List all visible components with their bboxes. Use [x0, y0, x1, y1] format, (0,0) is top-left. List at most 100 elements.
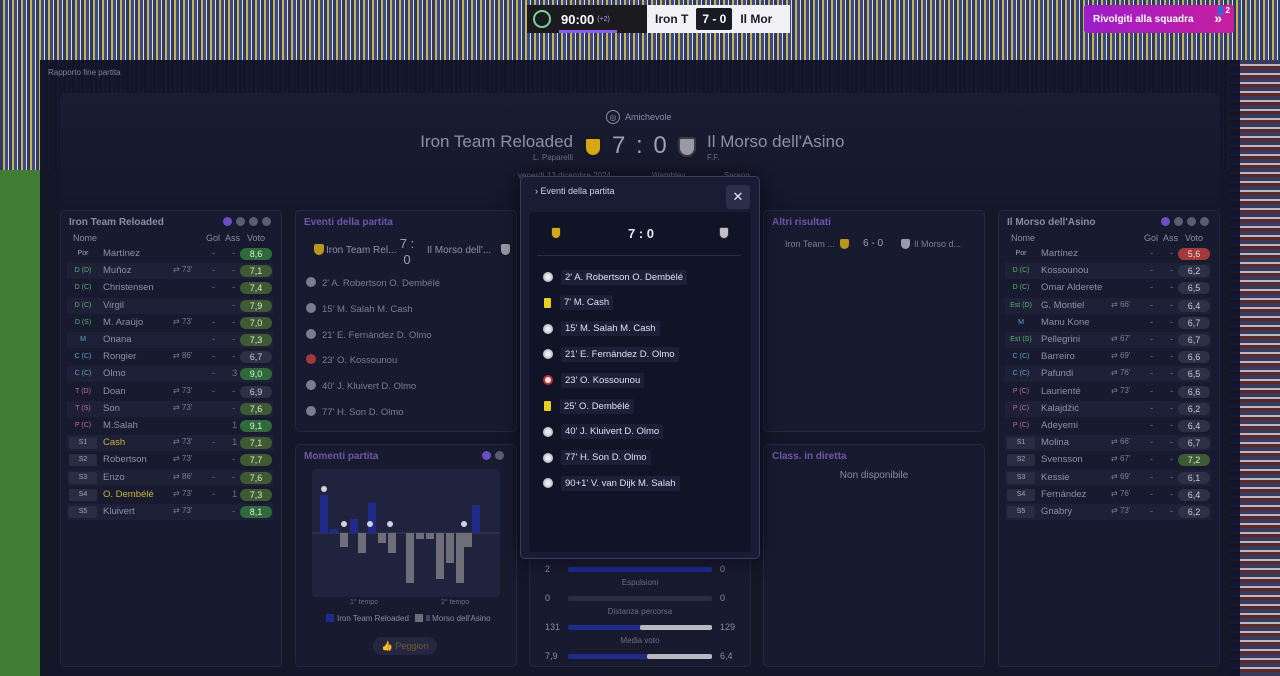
- momentum-pager[interactable]: [482, 451, 504, 460]
- home-lineup-pager[interactable]: [223, 217, 271, 226]
- popup-event-row[interactable]: 40' J. Kluivert D. Olmo: [543, 423, 664, 441]
- popup-event-row[interactable]: 2' A. Robertson O. Dembélé: [543, 268, 687, 286]
- worst-players-button[interactable]: 👍 Peggiori: [373, 637, 437, 655]
- lineup-row[interactable]: C (C) Pafundi ⇄ 76' - -6,5: [1005, 366, 1211, 383]
- player-name[interactable]: Virgil: [103, 300, 124, 311]
- team-talk-button[interactable]: Rivolgiti alla squadra 👤2 »: [1084, 5, 1234, 33]
- player-name[interactable]: M.Salah: [103, 420, 138, 431]
- lineup-row[interactable]: T (S) Son ⇄ 73' -7,6: [67, 400, 273, 417]
- lineup-row[interactable]: S5 Kluivert ⇄ 73' -8,1: [67, 504, 273, 520]
- player-name[interactable]: Adeyemi: [1041, 420, 1078, 431]
- match-clock: 90:00 (+2): [557, 5, 647, 33]
- clock-time: 90:00: [561, 11, 595, 27]
- lineup-row[interactable]: S5 Gnabry ⇄ 73' - -6,2: [1005, 504, 1211, 520]
- event-row[interactable]: 40' J. Kluivert D. Olmo: [306, 380, 416, 392]
- lineup-row[interactable]: C (C) Olmo - 3 9,0: [67, 366, 273, 383]
- lineup-row[interactable]: D (S) M. Araújo ⇄ 73' - -7,0: [67, 315, 273, 331]
- player-name[interactable]: Cash: [103, 437, 125, 448]
- player-name[interactable]: Kluivert: [103, 506, 135, 517]
- player-name[interactable]: O. Dembélé: [103, 489, 154, 500]
- player-name[interactable]: Kalajdžić: [1041, 403, 1079, 414]
- lineup-row[interactable]: P (C) Adeyemi - -6,4: [1005, 418, 1211, 434]
- event-row[interactable]: 77' H. Son D. Olmo: [306, 406, 404, 418]
- lineup-row[interactable]: S2 Robertson ⇄ 73' -7,7: [67, 452, 273, 468]
- lineup-row[interactable]: S1 Cash ⇄ 73' - 1 7,1: [67, 435, 273, 452]
- popup-event-row[interactable]: 7' M. Cash: [543, 294, 614, 312]
- lineup-row[interactable]: S1 Molina ⇄ 66' - -6,7: [1005, 435, 1211, 452]
- lineup-row[interactable]: Est (S) Pellegrini ⇄ 67' - -6,7: [1005, 332, 1211, 348]
- lineup-row[interactable]: Por Martínez - -5,6: [1005, 246, 1211, 262]
- stat-bar-track: [568, 596, 712, 601]
- player-name[interactable]: Doan: [103, 386, 126, 397]
- popup-event-row[interactable]: 25' O. Dembélé: [543, 397, 634, 415]
- ball-icon: [543, 349, 553, 360]
- player-name[interactable]: Svensson: [1041, 454, 1083, 465]
- home-team-name[interactable]: Iron Team Reloaded: [380, 132, 573, 152]
- lineup-row[interactable]: D (C) Kossounou - -6,2: [1005, 263, 1211, 280]
- double-chevron-icon: »: [1214, 10, 1222, 26]
- player-name[interactable]: Robertson: [103, 454, 147, 465]
- popup-event-row[interactable]: 77' H. Son D. Olmo: [543, 449, 651, 467]
- player-name[interactable]: Enzo: [103, 472, 125, 483]
- competition-label: ◎ Amichevole: [606, 110, 672, 124]
- away-lineup-pager[interactable]: [1161, 217, 1209, 226]
- popup-event-row[interactable]: 21' E. Fernández D. Olmo: [543, 345, 679, 363]
- popup-event-row[interactable]: 23' O. Kossounou: [543, 371, 645, 389]
- lineup-row[interactable]: P (C) M.Salah 1 9,1: [67, 418, 273, 434]
- player-name[interactable]: Muñoz: [103, 265, 132, 276]
- player-name[interactable]: Kessie: [1041, 472, 1070, 483]
- player-name[interactable]: Christensen: [103, 282, 154, 293]
- lineup-row[interactable]: M Onana - -7,3: [67, 332, 273, 348]
- player-name[interactable]: Onana: [103, 334, 132, 345]
- event-row[interactable]: 21' E. Fernández D. Olmo: [306, 328, 432, 341]
- player-rating: 6,5: [1178, 282, 1210, 295]
- player-name[interactable]: Pellegrini: [1041, 334, 1080, 345]
- lineup-row[interactable]: S3 Kessie ⇄ 69' - -6,1: [1005, 469, 1211, 486]
- popup-event-text: 23' O. Kossounou: [561, 372, 645, 388]
- player-name[interactable]: Olmo: [103, 368, 126, 379]
- player-name[interactable]: Omar Alderete: [1041, 282, 1102, 293]
- substitution-icon: ⇄ 73': [173, 454, 193, 464]
- lineup-row[interactable]: Est (D) G. Montiel ⇄ 66' - -6,4: [1005, 297, 1211, 314]
- lineup-row[interactable]: S2 Svensson ⇄ 67' - -7,2: [1005, 452, 1211, 468]
- player-name[interactable]: Molina: [1041, 437, 1069, 448]
- player-name[interactable]: Laurienté: [1041, 386, 1081, 397]
- lineup-row[interactable]: D (C) Christensen - -7,4: [67, 280, 273, 296]
- player-assists: -: [232, 506, 236, 517]
- player-name[interactable]: Gnabry: [1041, 506, 1072, 517]
- lineup-row[interactable]: S4 Fernández ⇄ 76' - -6,4: [1005, 487, 1211, 503]
- player-name[interactable]: G. Montiel: [1041, 300, 1084, 311]
- lineup-row[interactable]: P (C) Laurienté ⇄ 73' - -6,6: [1005, 384, 1211, 400]
- lineup-row[interactable]: S4 O. Dembélé ⇄ 73' - 1 7,3: [67, 487, 273, 503]
- player-name[interactable]: Manu Kone: [1041, 317, 1090, 328]
- popup-event-row[interactable]: 15' M. Salah M. Cash: [543, 320, 660, 338]
- lineup-row[interactable]: M Manu Kone - -6,7: [1005, 315, 1211, 331]
- event-row[interactable]: 2' A. Robertson O. Dembélé: [306, 277, 440, 289]
- lineup-row[interactable]: T (D) Doan ⇄ 73' - -6,9: [67, 384, 273, 400]
- away-team-name[interactable]: Il Morso dell'Asino: [707, 132, 844, 152]
- popup-event-row[interactable]: 90+1' V. van Dijk M. Salah: [543, 474, 680, 492]
- player-name[interactable]: Martínez: [103, 248, 140, 259]
- lineup-row[interactable]: D (C) Omar Alderete - -6,5: [1005, 280, 1211, 296]
- player-rating: 8,6: [240, 248, 272, 260]
- event-row[interactable]: 23' O. Kossounou: [306, 354, 397, 366]
- momentum-bar: [350, 519, 358, 533]
- lineup-row[interactable]: P (C) Kalajdžić - -6,2: [1005, 400, 1211, 417]
- event-row[interactable]: 15' M. Salah M. Cash: [306, 302, 413, 315]
- player-name[interactable]: Martínez: [1041, 248, 1078, 259]
- substitution-icon: ⇄ 73': [173, 506, 193, 515]
- lineup-row[interactable]: C (C) Rongier ⇄ 86' - -6,7: [67, 349, 273, 365]
- lineup-row[interactable]: Por Martínez - -8,6: [67, 246, 273, 262]
- close-button[interactable]: ✕: [726, 185, 750, 209]
- player-name[interactable]: Barreiro: [1041, 351, 1075, 362]
- player-name[interactable]: Pafundi: [1041, 368, 1073, 379]
- player-name[interactable]: Fernández: [1041, 489, 1086, 500]
- lineup-row[interactable]: C (C) Barreiro ⇄ 69' - -6,6: [1005, 349, 1211, 365]
- lineup-row[interactable]: D (D) Muñoz ⇄ 73' - -7,1: [67, 263, 273, 280]
- lineup-row[interactable]: D (C) Virgil -7,9: [67, 297, 273, 314]
- player-name[interactable]: Son: [103, 403, 120, 414]
- player-name[interactable]: Rongier: [103, 351, 136, 362]
- player-name[interactable]: Kossounou: [1041, 265, 1089, 276]
- player-name[interactable]: M. Araújo: [103, 317, 143, 328]
- lineup-row[interactable]: S3 Enzo ⇄ 86' - -7,6: [67, 469, 273, 486]
